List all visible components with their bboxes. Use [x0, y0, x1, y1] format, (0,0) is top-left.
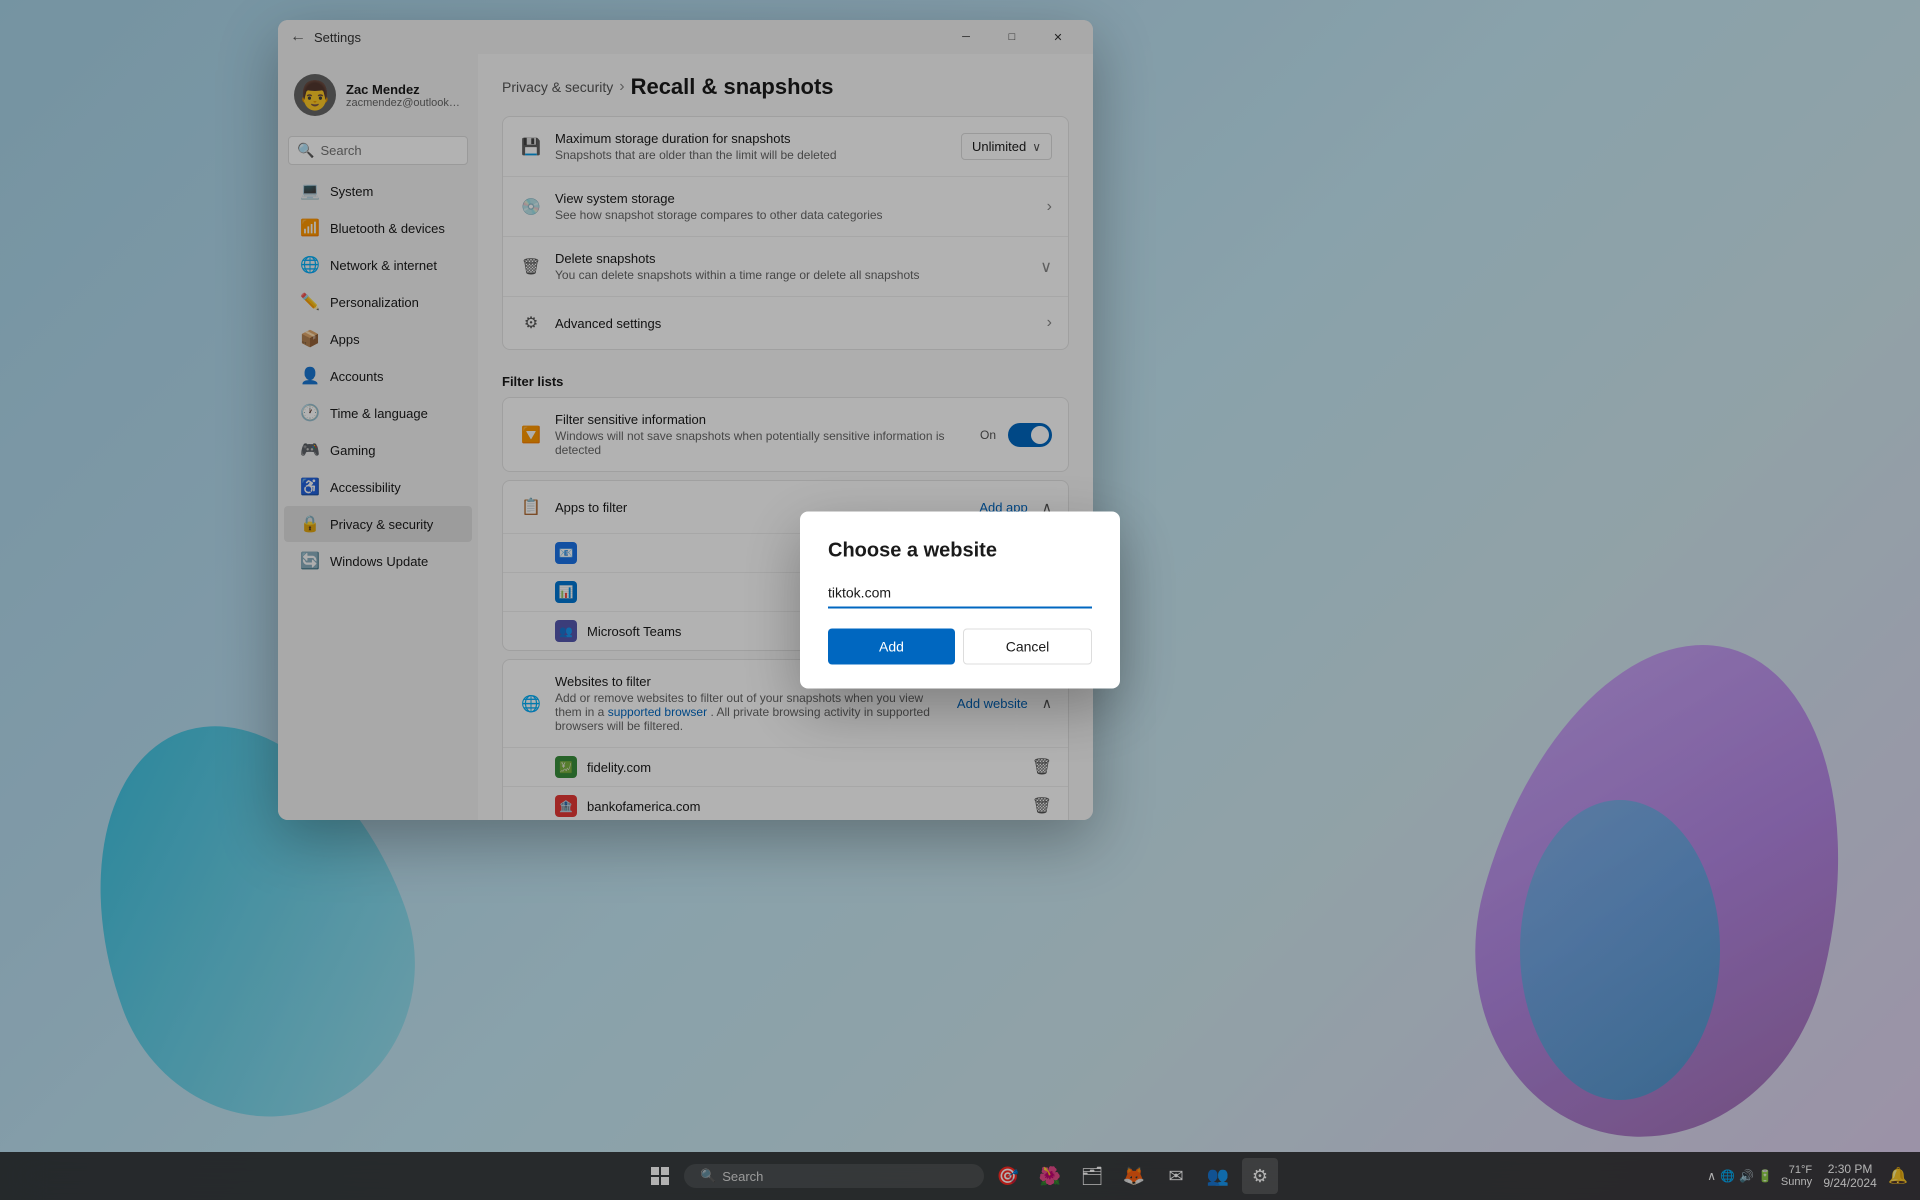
dialog-add-button[interactable]: Add — [828, 629, 955, 665]
dialog-overlay[interactable]: Choose a website Add Cancel — [0, 0, 1920, 1200]
dialog-buttons: Add Cancel — [828, 629, 1092, 665]
website-input[interactable] — [828, 579, 1092, 609]
dialog-cancel-button[interactable]: Cancel — [963, 629, 1092, 665]
dialog-title: Choose a website — [828, 540, 1092, 563]
choose-website-dialog: Choose a website Add Cancel — [800, 512, 1120, 689]
